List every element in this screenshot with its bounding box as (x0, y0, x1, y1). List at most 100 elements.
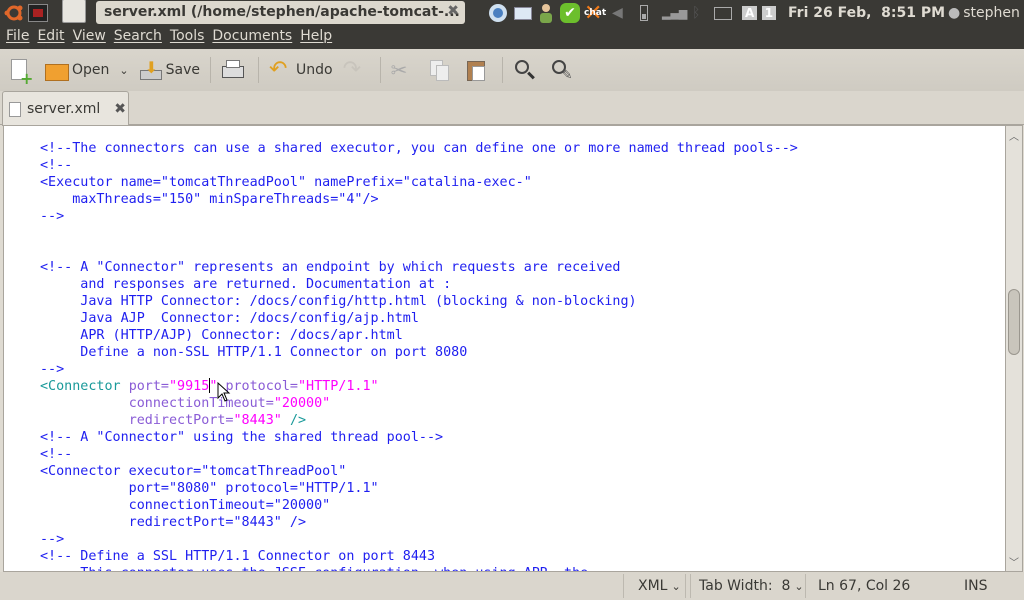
xml-comment: <Executor name="tomcatThreadPool" namePr… (40, 175, 532, 190)
code-line[interactable]: --> (40, 361, 798, 378)
code-line[interactable]: APR (HTTP/AJP) Connector: /docs/apr.html (40, 327, 798, 344)
code-line[interactable]: <Executor name="tomcatThreadPool" namePr… (40, 174, 798, 191)
menu-edit[interactable]: Edit (37, 26, 70, 49)
code-line[interactable]: <!-- (40, 446, 798, 463)
ubuntu-logo-icon[interactable] (4, 3, 24, 23)
save-icon: ⬇ (139, 58, 163, 82)
language-selector[interactable]: XML⌄ (623, 574, 686, 598)
find-replace-button[interactable]: ✎ (550, 55, 577, 85)
chat-icon[interactable]: ✕chat (584, 3, 606, 23)
code-line[interactable]: Define a non-SSL HTTP/1.1 Connector on p… (40, 344, 798, 361)
code-line[interactable]: This connector uses the JSSE configurati… (40, 565, 798, 572)
toolbar-separator (210, 57, 211, 83)
undo-button[interactable]: ↶Undo (269, 55, 333, 85)
redo-button[interactable]: ↷ (343, 55, 370, 85)
menu-view[interactable]: View (73, 26, 112, 49)
document-icon (9, 102, 21, 117)
xml-tag: <Connector (40, 379, 121, 394)
tab-width-selector[interactable]: Tab Width: 8⌄ (690, 574, 806, 598)
code-line[interactable]: <!--The connectors can use a shared exec… (40, 140, 798, 157)
gedit-app-icon[interactable] (62, 1, 86, 21)
code-line[interactable]: <!-- A "Connector" using the shared thre… (40, 429, 798, 446)
text-editor[interactable]: <!--The connectors can use a shared exec… (3, 125, 1006, 572)
xml-comment: maxThreads="150" minSpareThreads="4"/> (40, 192, 379, 207)
xml-comment: Java AJP Connector: /docs/config/ajp.htm… (40, 311, 419, 326)
code-line[interactable]: connectionTimeout="20000" (40, 395, 798, 412)
xml-comment: <!-- (40, 158, 72, 173)
menu-documents[interactable]: Documents (212, 26, 298, 49)
code-line[interactable]: <Connector port="9915" protocol="HTTP/1.… (40, 378, 798, 395)
code-line[interactable]: --> (40, 531, 798, 548)
save-label: Save (166, 62, 200, 78)
xml-comment: --> (40, 209, 64, 224)
code-content[interactable]: <!--The connectors can use a shared exec… (40, 140, 798, 572)
show-desktop-icon[interactable] (28, 3, 48, 23)
code-line[interactable]: <!-- (40, 157, 798, 174)
paste-button[interactable] (465, 55, 492, 85)
code-line[interactable]: redirectPort="8443" /> (40, 514, 798, 531)
username: stephen (963, 5, 1020, 21)
clock[interactable]: Fri 26 Feb, 8:51 PM (788, 3, 945, 23)
menu-bar: File Edit View Search Tools Documents He… (0, 26, 1024, 49)
volume-icon[interactable]: ◀ (612, 3, 623, 23)
keyboard-layout-icon[interactable]: A 1 (742, 3, 776, 23)
code-line[interactable]: Java AJP Connector: /docs/config/ajp.htm… (40, 310, 798, 327)
xml-comment: <!-- Define a SSL HTTP/1.1 Connector on … (40, 549, 435, 564)
close-tab-icon[interactable]: ✖ (114, 101, 126, 117)
vertical-scrollbar[interactable]: ︿ ﹀ (1006, 125, 1023, 572)
scrollbar-thumb[interactable] (1008, 289, 1020, 355)
messages-icon[interactable] (714, 3, 732, 23)
xml-comment: <!--The connectors can use a shared exec… (40, 141, 798, 156)
code-line[interactable]: Java HTTP Connector: /docs/config/http.h… (40, 293, 798, 310)
menu-help[interactable]: Help (300, 26, 338, 49)
battery-icon[interactable] (640, 3, 648, 23)
scroll-up-icon[interactable]: ︿ (1009, 128, 1019, 143)
code-line[interactable]: maxThreads="150" minSpareThreads="4"/> (40, 191, 798, 208)
chevron-down-icon: ⌄ (671, 580, 680, 593)
user-status-icon[interactable] (538, 3, 554, 23)
scroll-down-icon[interactable]: ﹀ (1009, 554, 1019, 569)
xml-comment: --> (40, 362, 64, 377)
whitespace (121, 379, 129, 394)
xml-comment: <!-- A "Connector" using the shared thre… (40, 430, 443, 445)
xml-comment: <!-- (40, 447, 72, 462)
print-button[interactable] (221, 55, 248, 85)
xml-attribute-value: "HTTP/1.1" (298, 379, 379, 394)
tab-bar: server.xml ✖ (0, 91, 1024, 125)
window-title-button[interactable]: server.xml (/home/stephen/apache-tomcat-… (96, 1, 465, 24)
code-line[interactable]: <Connector executor="tomcatThreadPool" (40, 463, 798, 480)
cut-button[interactable]: ✂ (391, 55, 418, 85)
user-menu[interactable]: ●stephen (948, 3, 1020, 23)
search-replace-icon: ✎ (550, 58, 574, 82)
chevron-down-icon[interactable]: ⌄ (119, 64, 128, 77)
close-window-icon[interactable]: ✖ (447, 3, 459, 19)
code-line[interactable]: --> (40, 208, 798, 225)
code-line[interactable]: connectionTimeout="20000" (40, 497, 798, 514)
menu-tools[interactable]: Tools (170, 26, 211, 49)
open-button[interactable]: Open⌄ (45, 55, 129, 85)
network-signal-icon[interactable]: ▂▄▆ (662, 3, 687, 23)
code-line[interactable]: port="8080" protocol="HTTP/1.1" (40, 480, 798, 497)
code-line[interactable] (40, 225, 798, 242)
skype-status-icon[interactable]: ✔ (560, 3, 580, 23)
code-line[interactable]: <!-- Define a SSL HTTP/1.1 Connector on … (40, 548, 798, 565)
code-line[interactable]: and responses are returned. Documentatio… (40, 276, 798, 293)
window-title: server.xml (/home/stephen/apache-tomcat-… (104, 4, 460, 20)
status-bar: XML⌄ Tab Width: 8⌄ Ln 67, Col 26 INS (0, 572, 1024, 600)
menu-file[interactable]: File (6, 26, 35, 49)
copy-button[interactable] (428, 55, 455, 85)
undo-label: Undo (296, 62, 333, 78)
save-button[interactable]: ⬇Save (139, 55, 200, 85)
web-browser-icon[interactable] (488, 3, 508, 23)
mail-icon[interactable] (514, 3, 532, 23)
tab-server-xml[interactable]: server.xml ✖ (2, 91, 129, 126)
code-line[interactable]: <!-- A "Connector" represents an endpoin… (40, 259, 798, 276)
search-icon (513, 58, 537, 82)
find-button[interactable] (513, 55, 540, 85)
bluetooth-icon[interactable]: ᛒ (692, 3, 700, 23)
menu-search[interactable]: Search (114, 26, 168, 49)
top-panel: server.xml (/home/stephen/apache-tomcat-… (0, 0, 1024, 26)
new-document-button[interactable]: + (8, 55, 35, 85)
code-line[interactable]: redirectPort="8443" /> (40, 412, 798, 429)
code-line[interactable] (40, 242, 798, 259)
